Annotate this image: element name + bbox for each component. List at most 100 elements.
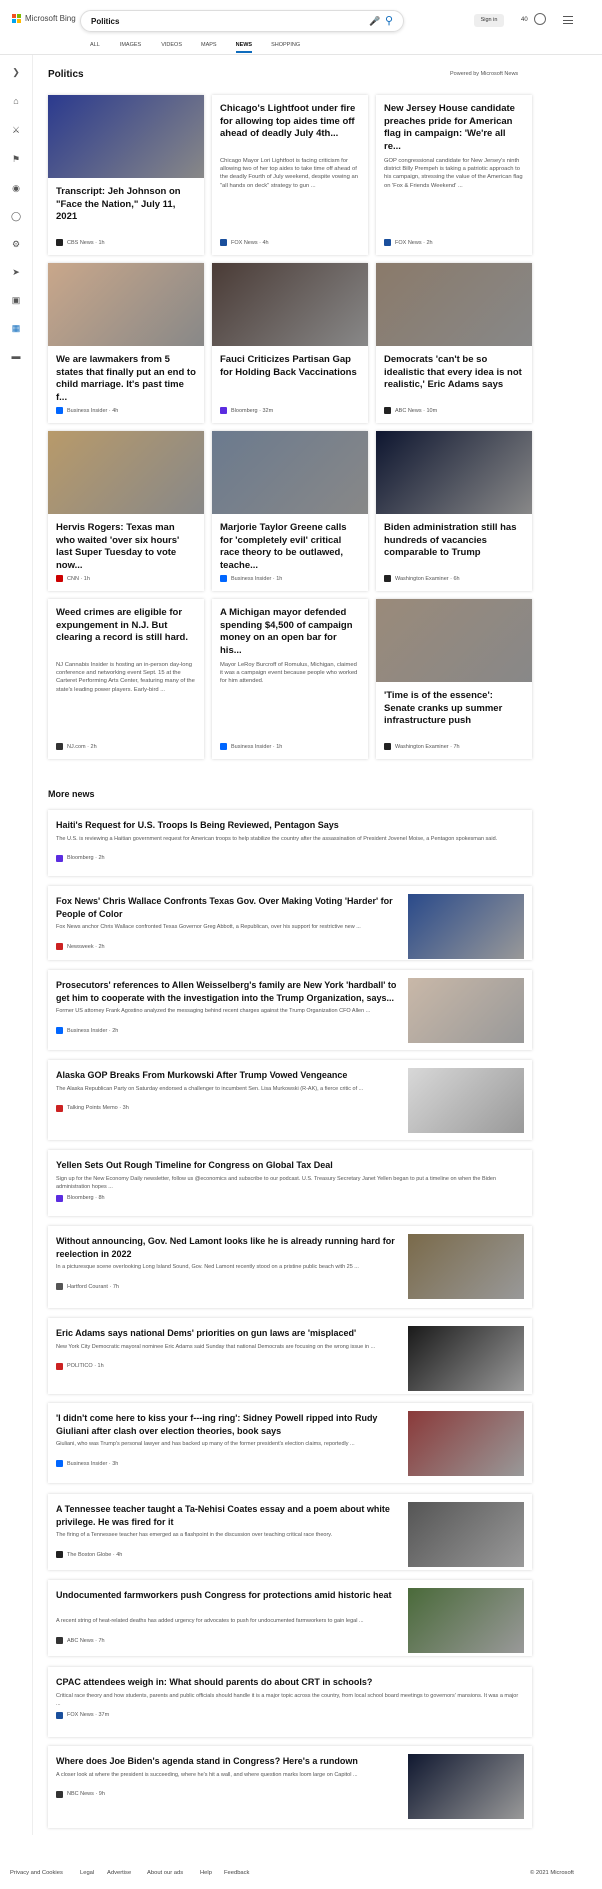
news-card-title[interactable]: Hervis Rogers: Texas man who waited 'ove… (56, 522, 196, 572)
more-news-source[interactable]: Business Insider · 3h (56, 1460, 118, 1467)
footer-link-help[interactable]: Help (200, 1870, 212, 1876)
news-card-title[interactable]: Weed crimes are eligible for expungement… (56, 607, 196, 645)
search-query[interactable]: Politics (91, 17, 119, 26)
science-icon[interactable]: ➤ (11, 267, 21, 277)
news-card-image[interactable] (48, 95, 204, 178)
globe-icon[interactable]: ◯ (11, 211, 21, 221)
news-card-title[interactable]: Transcript: Jeh Johnson on "Face the Nat… (56, 186, 196, 224)
more-news-item[interactable]: Undocumented farmworkers push Congress f… (48, 1580, 532, 1656)
news-card-title[interactable]: Fauci Criticizes Partisan Gap for Holdin… (220, 354, 360, 379)
more-news-item[interactable]: Fox News' Chris Wallace Confronts Texas … (48, 886, 532, 960)
tab-images[interactable]: IMAGES (120, 42, 141, 48)
footer-link-privacy[interactable]: Privacy and Cookies (10, 1870, 63, 1876)
rewards-points[interactable]: 40 (521, 17, 528, 23)
news-card-title[interactable]: 'Time is of the essence': Senate cranks … (384, 690, 524, 728)
news-card-image[interactable] (376, 599, 532, 682)
more-news-item[interactable]: 'I didn't come here to kiss your f---ing… (48, 1403, 532, 1483)
news-card-title[interactable]: Marjorie Taylor Greene calls for 'comple… (220, 522, 360, 572)
news-card[interactable]: Hervis Rogers: Texas man who waited 'ove… (48, 431, 204, 591)
news-card[interactable]: We are lawmakers from 5 states that fina… (48, 263, 204, 423)
money-icon[interactable]: ▬ (11, 351, 21, 361)
more-news-thumbnail[interactable] (408, 1411, 524, 1476)
footer-link-about-ads[interactable]: About our ads (147, 1870, 183, 1876)
news-card[interactable]: Weed crimes are eligible for expungement… (48, 599, 204, 759)
news-card-source[interactable]: FOX News · 4h (220, 239, 269, 246)
news-card-image[interactable] (212, 263, 368, 346)
more-news-item[interactable]: Where does Joe Biden's agenda stand in C… (48, 1746, 532, 1828)
more-news-thumbnail[interactable] (408, 1326, 524, 1391)
more-news-title-link[interactable]: Alaska GOP Breaks From Murkowski After T… (56, 1069, 406, 1082)
more-news-title-link[interactable]: 'I didn't come here to kiss your f---ing… (56, 1412, 406, 1437)
news-card-image[interactable] (376, 431, 532, 514)
news-card[interactable]: 'Time is of the essence': Senate cranks … (376, 599, 532, 759)
news-card[interactable]: Fauci Criticizes Partisan Gap for Holdin… (212, 263, 368, 423)
more-news-item[interactable]: Yellen Sets Out Rough Timeline for Congr… (48, 1150, 532, 1216)
more-news-item[interactable]: Alaska GOP Breaks From Murkowski After T… (48, 1060, 532, 1140)
more-news-source[interactable]: The Boston Globe · 4h (56, 1551, 122, 1558)
news-card[interactable]: Marjorie Taylor Greene calls for 'comple… (212, 431, 368, 591)
more-news-thumbnail[interactable] (408, 1754, 524, 1819)
news-card-title[interactable]: Democrats 'can't be so idealistic that e… (384, 354, 524, 392)
news-card-source[interactable]: NJ.com · 2h (56, 743, 97, 750)
tab-shopping[interactable]: SHOPPING (271, 42, 300, 48)
more-news-source[interactable]: ABC News · 7h (56, 1637, 105, 1644)
news-card-title[interactable]: New Jersey House candidate preaches prid… (384, 103, 524, 153)
tab-videos[interactable]: VIDEOS (161, 42, 182, 48)
news-card-source[interactable]: CNN · 1h (56, 575, 90, 582)
tab-maps[interactable]: MAPS (201, 42, 217, 48)
more-news-thumbnail[interactable] (408, 978, 524, 1043)
flag-icon[interactable]: ⚑ (11, 154, 21, 164)
home-icon[interactable]: ⌂ (11, 96, 21, 106)
news-card[interactable]: Chicago's Lightfoot under fire for allow… (212, 95, 368, 255)
microphone-icon[interactable]: 🎤 (369, 16, 381, 28)
news-card-source[interactable]: Business Insider · 4h (56, 407, 118, 414)
more-news-thumbnail[interactable] (408, 894, 524, 959)
news-card-source[interactable]: Business Insider · 1h (220, 743, 282, 750)
news-card-source[interactable]: Business Insider · 1h (220, 575, 282, 582)
more-news-thumbnail[interactable] (408, 1588, 524, 1653)
more-news-item[interactable]: Without announcing, Gov. Ned Lamont look… (48, 1226, 532, 1308)
politics-icon[interactable]: ▦ (11, 323, 21, 333)
powered-by[interactable]: Powered by Microsoft News (450, 71, 518, 77)
location-icon[interactable]: ◉ (11, 183, 21, 193)
more-news-item[interactable]: A Tennessee teacher taught a Ta-Nehisi C… (48, 1494, 532, 1570)
more-news-item[interactable]: Prosecutors' references to Allen Weissel… (48, 970, 532, 1050)
news-card-image[interactable] (48, 431, 204, 514)
more-news-title-link[interactable]: Eric Adams says national Dems' prioritie… (56, 1327, 406, 1340)
news-card-source[interactable]: CBS News · 1h (56, 239, 105, 246)
more-news-source[interactable]: Business Insider · 2h (56, 1027, 118, 1034)
more-news-source[interactable]: NBC News · 9h (56, 1790, 105, 1798)
more-news-source[interactable]: Hartford Courant · 7h (56, 1283, 119, 1290)
more-news-source[interactable]: Bloomberg · 2h (56, 854, 105, 862)
tab-news[interactable]: NEWS (235, 42, 252, 53)
news-card-title[interactable]: Chicago's Lightfoot under fire for allow… (220, 103, 360, 141)
more-news-source[interactable]: Bloomberg · 8h (56, 1194, 105, 1202)
more-news-title-link[interactable]: Without announcing, Gov. Ned Lamont look… (56, 1235, 406, 1260)
news-card-source[interactable]: FOX News · 2h (384, 239, 433, 246)
more-news-title-link[interactable]: Yellen Sets Out Rough Timeline for Congr… (56, 1159, 522, 1172)
more-news-title-link[interactable]: Fox News' Chris Wallace Confronts Texas … (56, 895, 406, 920)
more-news-source[interactable]: Newsweek · 2h (56, 943, 105, 950)
more-news-title-link[interactable]: A Tennessee teacher taught a Ta-Nehisi C… (56, 1503, 406, 1528)
more-news-item[interactable]: Eric Adams says national Dems' prioritie… (48, 1318, 532, 1394)
search-icon[interactable]: ⚲ (385, 14, 399, 28)
more-news-title-link[interactable]: Where does Joe Biden's agenda stand in C… (56, 1755, 406, 1768)
more-news-title-link[interactable]: Prosecutors' references to Allen Weissel… (56, 979, 406, 1004)
news-card-source[interactable]: Washington Examiner · 7h (384, 743, 460, 750)
more-news-item[interactable]: CPAC attendees weigh in: What should par… (48, 1667, 532, 1737)
more-news-title-link[interactable]: Undocumented farmworkers push Congress f… (56, 1589, 406, 1602)
entertainment-icon[interactable]: ▣ (11, 295, 21, 305)
news-card-source[interactable]: ABC News · 10m (384, 407, 437, 414)
news-card[interactable]: A Michigan mayor defended spending $4,50… (212, 599, 368, 759)
news-card[interactable]: Transcript: Jeh Johnson on "Face the Nat… (48, 95, 204, 255)
expand-icon[interactable]: ❯ (11, 67, 21, 77)
more-news-item[interactable]: Haiti's Request for U.S. Troops Is Being… (48, 810, 532, 876)
news-card[interactable]: Democrats 'can't be so idealistic that e… (376, 263, 532, 423)
sports-icon[interactable]: ⚔ (11, 125, 21, 135)
more-news-source[interactable]: Talking Points Memo · 3h (56, 1104, 129, 1112)
more-news-thumbnail[interactable] (408, 1502, 524, 1567)
footer-link-feedback[interactable]: Feedback (224, 1870, 249, 1876)
rewards-icon[interactable] (534, 13, 546, 25)
news-card[interactable]: Biden administration still has hundreds … (376, 431, 532, 591)
sign-in-button[interactable]: Sign in (474, 14, 504, 27)
